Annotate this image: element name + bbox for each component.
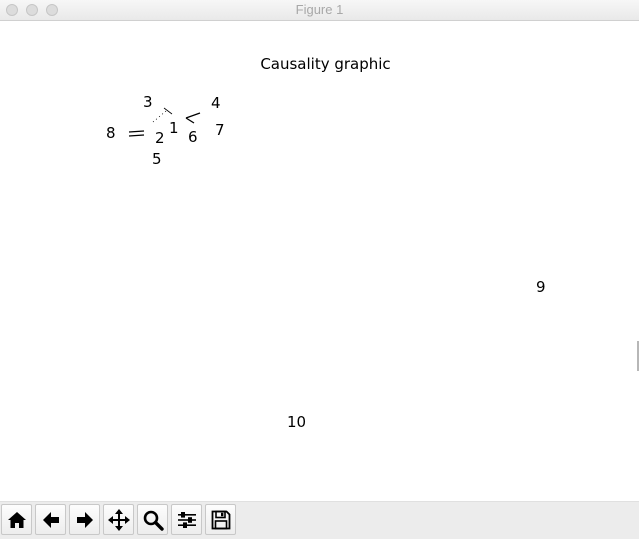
arrow-right-icon [76, 511, 93, 528]
graph-edge [185, 112, 201, 119]
node-label: 3 [143, 93, 153, 111]
graph-edges [128, 107, 201, 137]
node-label: 10 [287, 413, 307, 431]
node-label: 7 [215, 121, 225, 139]
title-bar[interactable]: Figure 1 [0, 0, 639, 21]
sliders-icon [177, 511, 196, 528]
home-button[interactable] [1, 504, 32, 535]
graph-edge [163, 107, 173, 115]
figure-canvas[interactable]: Causality graphic 1 2 3 4 5 6 7 8 9 10 [0, 21, 639, 501]
floppy-disk-icon [211, 510, 230, 529]
save-button[interactable] [205, 504, 236, 535]
back-button[interactable] [35, 504, 66, 535]
zoom-button[interactable] [137, 504, 168, 535]
arrow-left-icon [42, 511, 59, 528]
node-label: 5 [152, 150, 162, 168]
node-label: 2 [155, 129, 165, 147]
navigation-toolbar [0, 501, 639, 539]
configure-subplots-button[interactable] [171, 504, 202, 535]
graph-edge [152, 110, 167, 123]
figure-window: Figure 1 Causality graphic 1 2 3 4 5 6 7… [0, 0, 639, 539]
node-label: 4 [211, 94, 221, 112]
node-label: 8 [106, 124, 116, 142]
magnifier-icon [143, 510, 164, 531]
home-icon [7, 511, 26, 528]
node-label: 6 [188, 128, 198, 146]
graph-edge [185, 117, 195, 124]
move-icon [107, 508, 130, 531]
node-label: 9 [536, 278, 546, 296]
forward-button[interactable] [69, 504, 100, 535]
window-title: Figure 1 [295, 2, 344, 17]
node-label: 1 [169, 119, 179, 137]
graph-edge [128, 130, 145, 133]
graph-edge [128, 134, 145, 137]
pan-button[interactable] [103, 504, 134, 535]
